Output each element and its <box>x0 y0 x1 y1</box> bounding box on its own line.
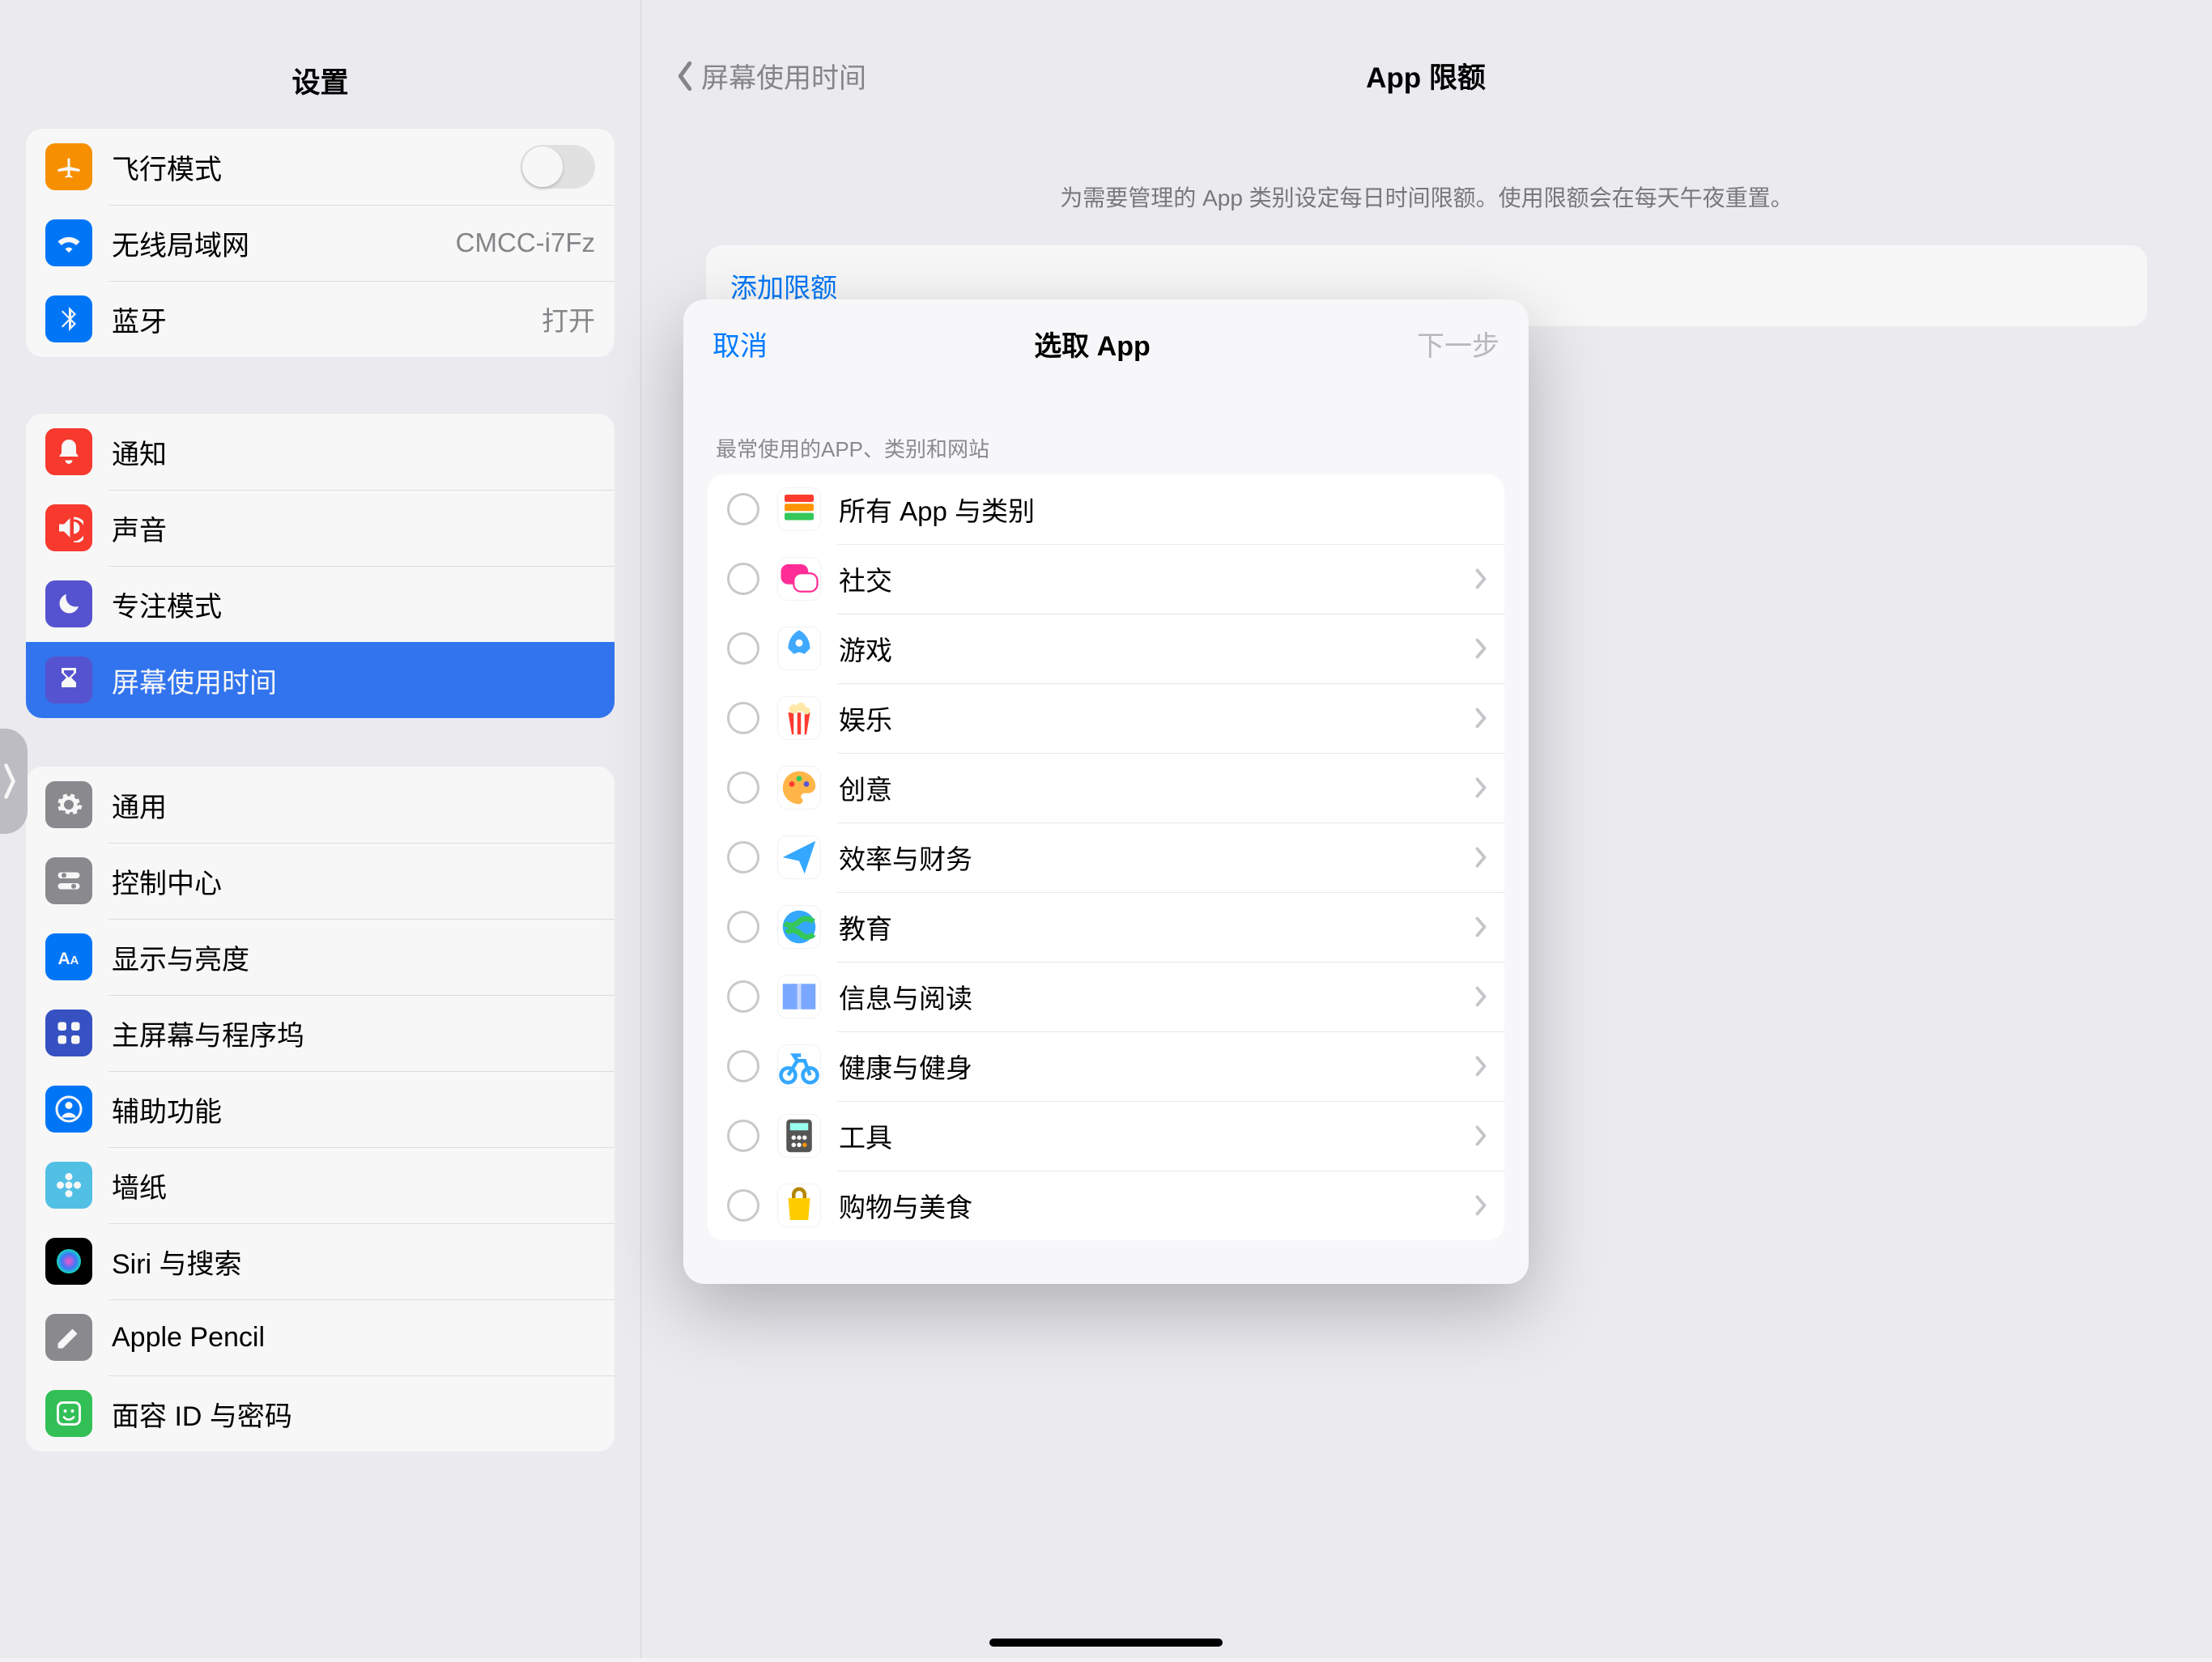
category-item-globe[interactable]: 教育 <box>708 892 1504 962</box>
category-item-rocket[interactable]: 游戏 <box>708 614 1504 683</box>
chevron-right-icon <box>1474 1054 1488 1078</box>
modal-section-label: 最常使用的APP、类别和网站 <box>683 385 1529 474</box>
category-label: 购物与美食 <box>839 1186 1456 1225</box>
category-item-popcorn[interactable]: 娱乐 <box>708 683 1504 753</box>
category-label: 教育 <box>839 908 1456 946</box>
category-label: 娱乐 <box>839 699 1456 737</box>
book-icon <box>777 975 821 1018</box>
category-item-calc[interactable]: 工具 <box>708 1101 1504 1171</box>
chevron-right-icon <box>1474 984 1488 1009</box>
home-indicator[interactable] <box>989 1639 1223 1647</box>
category-label: 社交 <box>839 559 1456 598</box>
chevron-right-icon <box>1474 706 1488 730</box>
chat-icon <box>777 557 821 601</box>
category-item-chat[interactable]: 社交 <box>708 544 1504 614</box>
chevron-right-icon <box>1474 915 1488 939</box>
radio[interactable] <box>727 493 759 525</box>
radio[interactable] <box>727 1189 759 1222</box>
category-label: 游戏 <box>839 629 1456 668</box>
globe-icon <box>777 905 821 949</box>
chevron-right-icon <box>1474 845 1488 869</box>
radio[interactable] <box>727 911 759 943</box>
chevron-right-icon <box>1474 776 1488 800</box>
radio[interactable] <box>727 1120 759 1152</box>
radio[interactable] <box>727 841 759 874</box>
category-item-book[interactable]: 信息与阅读 <box>708 962 1504 1031</box>
bike-icon <box>777 1044 821 1088</box>
category-list[interactable]: 所有 App 与类别社交游戏娱乐创意效率与财务教育信息与阅读健康与健身工具购物与… <box>708 474 1504 1240</box>
category-label: 健康与健身 <box>839 1047 1456 1086</box>
chevron-right-icon <box>1474 1193 1488 1218</box>
stack-icon <box>777 487 821 531</box>
chevron-right-icon <box>1474 1124 1488 1148</box>
category-label: 创意 <box>839 768 1456 807</box>
chevron-right-icon <box>1474 567 1488 591</box>
radio[interactable] <box>727 702 759 734</box>
category-item-bag[interactable]: 购物与美食 <box>708 1171 1504 1240</box>
category-label: 信息与阅读 <box>839 977 1456 1016</box>
popcorn-icon <box>777 696 821 740</box>
next-button[interactable]: 下一步 <box>1417 324 1499 363</box>
send-icon <box>777 835 821 879</box>
calc-icon <box>777 1114 821 1158</box>
modal-title: 选取 App <box>1034 324 1151 363</box>
cancel-button[interactable]: 取消 <box>713 324 768 363</box>
palette-icon <box>777 766 821 810</box>
category-label: 所有 App 与类别 <box>839 490 1488 529</box>
radio[interactable] <box>727 771 759 804</box>
category-item-stack[interactable]: 所有 App 与类别 <box>708 474 1504 544</box>
radio[interactable] <box>727 632 759 665</box>
choose-apps-modal: 取消 选取 App 下一步 最常使用的APP、类别和网站 所有 App 与类别社… <box>683 300 1529 1284</box>
radio[interactable] <box>727 1050 759 1082</box>
chevron-right-icon <box>1474 636 1488 661</box>
bag-icon <box>777 1184 821 1227</box>
settings-screen: 上午 9:29 12月22日 周三 78% 设置 飞行模式无线局域网CMCC-i… <box>0 0 2212 1658</box>
radio[interactable] <box>727 980 759 1013</box>
radio[interactable] <box>727 563 759 595</box>
rocket-icon <box>777 627 821 670</box>
category-label: 工具 <box>839 1116 1456 1155</box>
category-item-palette[interactable]: 创意 <box>708 753 1504 822</box>
category-item-bike[interactable]: 健康与健身 <box>708 1031 1504 1101</box>
modal-header: 取消 选取 App 下一步 <box>683 300 1529 385</box>
category-label: 效率与财务 <box>839 838 1456 877</box>
category-item-send[interactable]: 效率与财务 <box>708 822 1504 892</box>
